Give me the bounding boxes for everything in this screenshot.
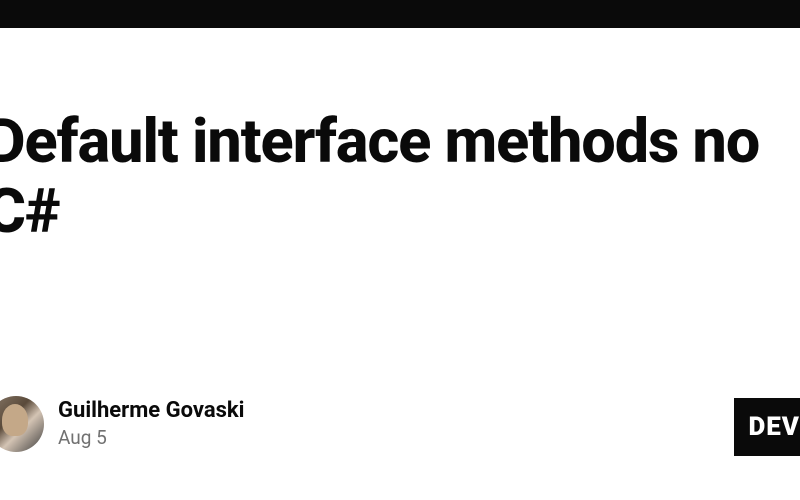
avatar[interactable]	[0, 396, 44, 452]
top-bar	[0, 0, 800, 28]
dev-badge[interactable]: DEV	[734, 398, 800, 456]
author-byline[interactable]: Guilherme Govaski Aug 5	[0, 396, 245, 452]
article-title: Default interface methods no C#	[0, 106, 800, 246]
article-content: Default interface methods no C#	[0, 106, 800, 246]
author-name[interactable]: Guilherme Govaski	[58, 397, 245, 426]
publish-date: Aug 5	[58, 426, 245, 451]
author-info: Guilherme Govaski Aug 5	[58, 397, 245, 451]
